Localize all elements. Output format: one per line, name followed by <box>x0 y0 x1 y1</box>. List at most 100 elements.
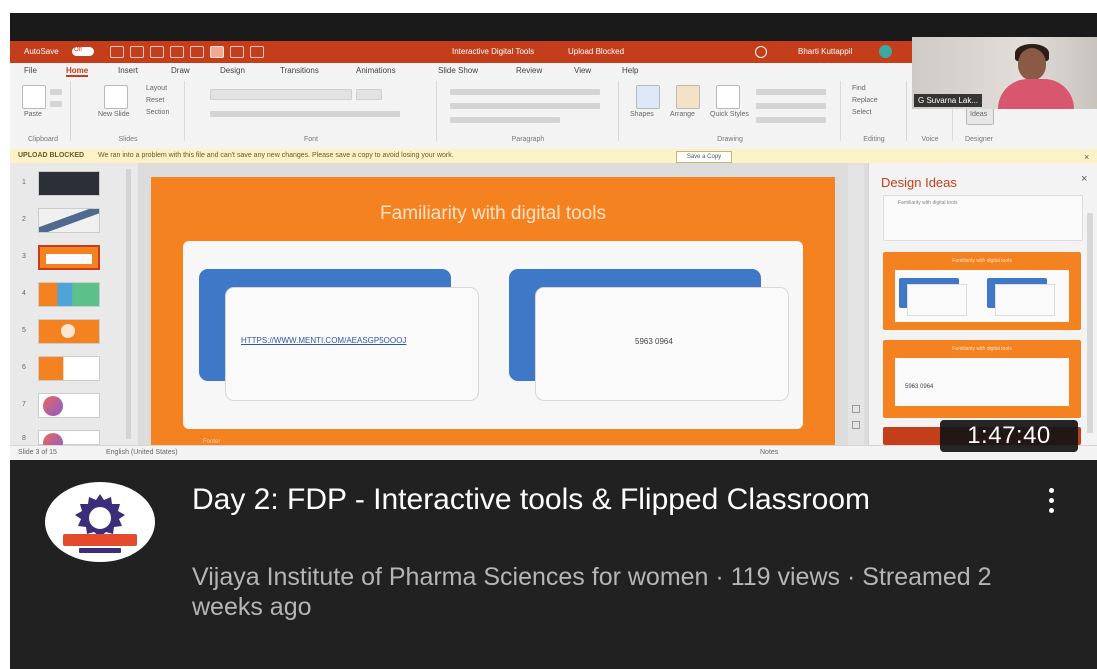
save-a-copy-button[interactable]: Save a Copy <box>676 151 732 163</box>
text-direction-buttons[interactable] <box>450 117 560 123</box>
close-icon[interactable]: × <box>1081 173 1087 185</box>
shape-effects-button[interactable] <box>756 117 826 123</box>
tab-slide-show[interactable]: Slide Show <box>438 66 478 75</box>
tab-file[interactable]: File <box>24 66 37 75</box>
screenshot-icon[interactable] <box>230 46 244 58</box>
profile-avatar[interactable] <box>879 45 892 58</box>
design-idea-2[interactable]: Familiarity with digital tools <box>883 252 1081 330</box>
message-tag: UPLOAD BLOCKED <box>18 152 85 159</box>
find-button[interactable]: Find <box>852 85 866 92</box>
paragraph-label: Paragraph <box>511 136 545 143</box>
slide-thumbnail-4[interactable] <box>38 282 100 307</box>
language-indicator[interactable]: English (United States) <box>106 449 178 456</box>
tab-home[interactable]: Home <box>66 66 89 77</box>
undo-icon[interactable] <box>130 46 144 58</box>
tab-animations[interactable]: Animations <box>356 66 396 75</box>
design-idea-3[interactable]: Familiarity with digital tools 5963 0964 <box>883 340 1081 418</box>
video-title[interactable]: Day 2: FDP - Interactive tools & Flipped… <box>192 482 982 518</box>
thumbnail-number: 5 <box>22 327 26 334</box>
slide-title[interactable]: Familiarity with digital tools <box>151 203 835 225</box>
slide-thumbnail-5[interactable] <box>38 319 100 344</box>
font-format-buttons[interactable] <box>210 111 400 117</box>
menti-link[interactable]: HTTPS://WWW.MENTI.COM/AEASGP5OOOJ <box>241 336 406 345</box>
document-title: Interactive Digital Tools <box>452 47 535 56</box>
layout-button[interactable]: Layout <box>146 85 167 92</box>
copy-icon[interactable] <box>50 101 62 107</box>
slide-thumbnail-3[interactable] <box>38 245 100 270</box>
tab-draw[interactable]: Draw <box>171 66 190 75</box>
tab-help[interactable]: Help <box>622 66 638 75</box>
section-button[interactable]: Section <box>146 109 169 116</box>
slides-label: Slides <box>118 136 138 143</box>
video-thumbnail[interactable]: AutoSave Off Interactive Digital Tools U… <box>10 13 1097 460</box>
replace-button[interactable]: Replace <box>852 97 878 104</box>
font-size-select[interactable] <box>356 89 382 100</box>
new-slide-icon[interactable] <box>104 85 128 109</box>
design-idea-2-title: Familiarity with digital tools <box>952 258 1012 264</box>
metadata-separator: · <box>715 563 724 591</box>
tab-design[interactable]: Design <box>220 66 245 75</box>
select-button[interactable]: Select <box>852 109 871 116</box>
present-icon[interactable] <box>170 46 184 58</box>
tab-insert[interactable]: Insert <box>118 66 138 75</box>
design-idea-1[interactable]: Familiarity with digital tools <box>883 195 1083 241</box>
upload-status[interactable]: Upload Blocked <box>568 47 624 56</box>
menti-code[interactable]: 5963 0964 <box>635 337 673 346</box>
slide-thumbnails-pane: 1 2 3 4 5 6 7 8 <box>10 163 138 453</box>
scroll-down-icon[interactable] <box>852 421 860 429</box>
thumbnail-number: 6 <box>22 364 26 371</box>
shapes-icon[interactable] <box>636 85 660 109</box>
current-slide[interactable]: Familiarity with digital tools HTTPS://W… <box>151 177 835 449</box>
font-name-select[interactable] <box>210 89 352 100</box>
quick-styles-label: Quick Styles <box>710 111 749 118</box>
clipboard-group: Paste Clipboard <box>16 81 71 143</box>
tab-view[interactable]: View <box>574 66 591 75</box>
youtube-video-card[interactable]: AutoSave Off Interactive Digital Tools U… <box>0 0 1097 669</box>
design-ideas-pane: Design Ideas × Familiarity with digital … <box>868 163 1097 445</box>
scroll-up-icon[interactable] <box>852 405 860 413</box>
slide-thumbnail-2[interactable] <box>38 208 100 233</box>
slide-thumbnail-6[interactable] <box>38 356 100 381</box>
presenter-face <box>1018 48 1046 80</box>
slide-content-panel[interactable]: HTTPS://WWW.MENTI.COM/AEASGP5OOOJ 5963 0… <box>183 241 803 429</box>
format-painter-icon[interactable] <box>190 46 204 58</box>
more-vert-icon[interactable] <box>1044 488 1058 518</box>
shape-outline-button[interactable] <box>756 103 826 109</box>
cut-icon[interactable] <box>50 89 62 95</box>
customize-icon[interactable] <box>250 46 264 58</box>
close-icon[interactable]: × <box>1084 152 1089 162</box>
redo-icon[interactable] <box>150 46 164 58</box>
reset-button[interactable]: Reset <box>146 97 164 104</box>
channel-avatar[interactable] <box>45 482 155 562</box>
slide-thumbnail-8[interactable] <box>38 430 100 453</box>
design-ideas-scrollbar[interactable] <box>1087 213 1093 433</box>
autosave-label: AutoSave <box>24 47 59 56</box>
paste-icon[interactable] <box>22 85 46 109</box>
new-slide-label[interactable]: New Slide <box>98 111 130 118</box>
designer-label: Designer <box>964 136 993 143</box>
font-group: Font <box>186 81 437 143</box>
search-icon[interactable] <box>755 46 767 58</box>
drawing-label: Drawing <box>717 136 743 143</box>
quick-styles-icon[interactable] <box>716 85 740 109</box>
thumbnails-scrollbar[interactable] <box>126 169 131 439</box>
shape-fill-button[interactable] <box>756 89 826 95</box>
slide-scrollbar[interactable] <box>848 163 864 445</box>
paste-label: Paste <box>24 111 42 118</box>
align-buttons[interactable] <box>450 103 600 109</box>
notes-button[interactable]: Notes <box>760 449 778 456</box>
design-idea-2-card-left-front <box>907 284 967 316</box>
slide-thumbnail-7[interactable] <box>38 393 100 418</box>
arrange-icon[interactable] <box>676 85 700 109</box>
participant-name-label: G Suvarna Lak... <box>914 94 983 107</box>
start-slideshow-icon[interactable] <box>210 46 224 58</box>
tab-transitions[interactable]: Transitions <box>280 66 319 75</box>
ideas-label: Ideas <box>970 111 988 118</box>
channel-name[interactable]: Vijaya Institute of Pharma Sciences for … <box>192 563 708 591</box>
user-name[interactable]: Bharti Kuttappil <box>798 47 852 56</box>
thumbnail-number: 4 <box>22 290 26 297</box>
save-icon[interactable] <box>110 46 124 58</box>
tab-review[interactable]: Review <box>516 66 542 75</box>
list-buttons[interactable] <box>450 89 600 95</box>
slide-thumbnail-1[interactable] <box>38 171 100 196</box>
